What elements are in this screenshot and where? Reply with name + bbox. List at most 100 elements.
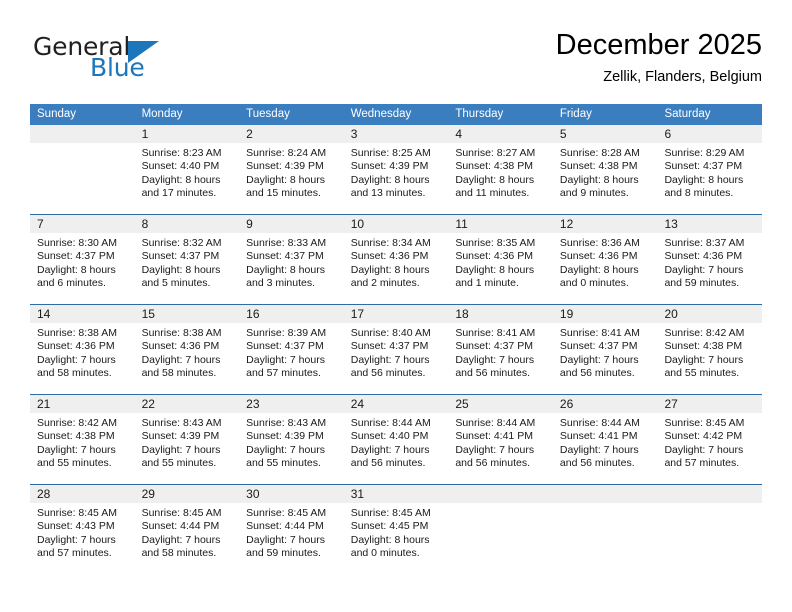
calendar-day-cell[interactable]: 28 Sunrise: 8:45 AM Sunset: 4:43 PM Dayligh… <box>30 485 135 574</box>
day-sun-info: Sunrise: 8:41 AM Sunset: 4:37 PM Daylight:… <box>553 323 658 381</box>
day-info-line: Sunrise: 8:28 AM <box>559 147 640 159</box>
calendar-day-cell[interactable]: 7 Sunrise: 8:30 AM Sunset: 4:37 PM Daylight… <box>30 215 135 304</box>
calendar-day-cell[interactable]: 21 Sunrise: 8:42 AM Sunset: 4:38 PM Dayligh… <box>30 395 135 484</box>
calendar-day-cell[interactable]: 22 Sunrise: 8:43 AM Sunset: 4:39 PM Dayligh… <box>135 395 240 484</box>
day-info-line: and 58 minutes. <box>141 367 217 380</box>
day-info-line: Sunset: 4:37 PM <box>246 250 324 263</box>
day-info-line: Daylight: 7 hours <box>141 353 221 366</box>
calendar-day-cell[interactable]: 19 Sunrise: 8:41 AM Sunset: 4:37 PM Dayligh… <box>553 305 658 394</box>
day-info-line: Daylight: 7 hours <box>455 353 535 366</box>
day-number: 1 <box>141 127 149 141</box>
weekday-header-friday: Friday <box>559 108 592 120</box>
calendar-day-cell[interactable]: 30 Sunrise: 8:45 AM Sunset: 4:44 PM Dayligh… <box>239 485 344 574</box>
calendar-day-cell-empty <box>448 485 553 574</box>
day-info-line: Sunset: 4:36 PM <box>664 250 743 263</box>
day-info-line: and 6 minutes. <box>37 277 106 290</box>
day-info-line: Sunrise: 8:43 AM <box>141 417 222 429</box>
day-info-line: Sunrise: 8:44 AM <box>455 417 536 429</box>
calendar-day-cell[interactable]: 1 Sunrise: 8:23 AM Sunset: 4:40 PM Daylight… <box>135 125 240 214</box>
calendar-day-cell[interactable]: 4 Sunrise: 8:27 AM Sunset: 4:38 PM Daylight… <box>448 125 553 214</box>
day-info-line: Sunset: 4:37 PM <box>141 250 220 263</box>
day-sun-info: Sunrise: 8:39 AM Sunset: 4:37 PM Daylight:… <box>239 323 344 381</box>
day-number: 31 <box>350 487 365 501</box>
calendar-day-cell[interactable]: 25 Sunrise: 8:44 AM Sunset: 4:41 PM Dayligh… <box>448 395 553 484</box>
calendar-day-cell[interactable]: 23 Sunrise: 8:43 AM Sunset: 4:39 PM Dayligh… <box>239 395 344 484</box>
calendar-day-cell[interactable]: 8 Sunrise: 8:32 AM Sunset: 4:37 PM Daylight… <box>135 215 240 304</box>
day-number: 10 <box>350 217 365 231</box>
day-info-line: Sunrise: 8:38 AM <box>37 327 117 339</box>
day-number: 5 <box>559 127 567 141</box>
day-info-line: Sunrise: 8:44 AM <box>350 417 431 429</box>
day-info-line: Sunset: 4:41 PM <box>455 430 533 443</box>
day-sun-info: Sunrise: 8:41 AM Sunset: 4:37 PM Daylight:… <box>448 323 553 381</box>
day-sun-info: Sunrise: 8:29 AM Sunset: 4:37 PM Daylight:… <box>657 143 762 201</box>
day-info-line: Daylight: 7 hours <box>141 443 221 456</box>
day-number: 24 <box>350 397 365 411</box>
day-info-line: Sunrise: 8:45 AM <box>664 417 745 429</box>
logo-text-blue: Blue <box>90 53 145 82</box>
day-sun-info: Sunrise: 8:38 AM Sunset: 4:36 PM Daylight:… <box>30 323 135 381</box>
day-info-line: Daylight: 7 hours <box>559 353 639 366</box>
day-info-line: Daylight: 7 hours <box>664 443 744 456</box>
day-info-line: and 9 minutes. <box>559 187 629 200</box>
day-number: 4 <box>455 127 462 141</box>
calendar-day-cell[interactable]: 9 Sunrise: 8:33 AM Sunset: 4:37 PM Daylight… <box>239 215 344 304</box>
calendar-day-cell-empty <box>553 485 658 574</box>
calendar-day-cell[interactable]: 16 Sunrise: 8:39 AM Sunset: 4:37 PM Dayligh… <box>239 305 344 394</box>
calendar-day-cell[interactable]: 2 Sunrise: 8:24 AM Sunset: 4:39 PM Daylight… <box>239 125 344 214</box>
day-sun-info: Sunrise: 8:42 AM Sunset: 4:38 PM Daylight:… <box>30 413 135 471</box>
calendar-day-cell[interactable]: 27 Sunrise: 8:45 AM Sunset: 4:42 PM Dayligh… <box>657 395 762 484</box>
day-number: 28 <box>37 487 51 501</box>
day-info-line: Sunset: 4:40 PM <box>141 160 220 173</box>
day-sun-info: Sunrise: 8:28 AM Sunset: 4:38 PM Daylight:… <box>553 143 658 201</box>
day-number: 29 <box>141 487 155 501</box>
calendar-day-cell[interactable]: 11 Sunrise: 8:35 AM Sunset: 4:36 PM Dayligh… <box>448 215 553 304</box>
calendar-day-cell[interactable]: 13 Sunrise: 8:37 AM Sunset: 4:36 PM Dayligh… <box>657 215 762 304</box>
calendar-day-cell[interactable]: 26 Sunrise: 8:44 AM Sunset: 4:41 PM Dayligh… <box>553 395 658 484</box>
day-info-line: Daylight: 7 hours <box>350 353 430 366</box>
day-info-line: Sunrise: 8:45 AM <box>350 507 431 519</box>
day-sun-info: Sunrise: 8:36 AM Sunset: 4:36 PM Daylight:… <box>553 233 658 291</box>
calendar-day-cell[interactable]: 5 Sunrise: 8:28 AM Sunset: 4:38 PM Daylight… <box>553 125 658 214</box>
day-number: 9 <box>246 217 253 231</box>
day-info-line: and 0 minutes. <box>559 277 629 290</box>
calendar-day-cell[interactable]: 20 Sunrise: 8:42 AM Sunset: 4:38 PM Dayligh… <box>657 305 762 394</box>
calendar-day-cell[interactable]: 12 Sunrise: 8:36 AM Sunset: 4:36 PM Dayligh… <box>553 215 658 304</box>
calendar-day-cell[interactable]: 3 Sunrise: 8:25 AM Sunset: 4:39 PM Daylight… <box>344 125 449 214</box>
day-sun-info: Sunrise: 8:23 AM Sunset: 4:40 PM Daylight:… <box>135 143 240 201</box>
calendar-day-cell[interactable]: 17 Sunrise: 8:40 AM Sunset: 4:37 PM Dayligh… <box>344 305 449 394</box>
calendar-day-cell[interactable]: 31 Sunrise: 8:45 AM Sunset: 4:45 PM Dayligh… <box>344 485 449 574</box>
day-sun-info: Sunrise: 8:45 AM Sunset: 4:42 PM Daylight:… <box>657 413 762 471</box>
day-info-line: Sunset: 4:36 PM <box>141 340 220 353</box>
day-info-line: Sunrise: 8:23 AM <box>141 147 222 159</box>
day-info-line: Sunset: 4:40 PM <box>350 430 429 443</box>
calendar-day-cell[interactable]: 18 Sunrise: 8:41 AM Sunset: 4:37 PM Dayligh… <box>448 305 553 394</box>
day-info-line: Daylight: 8 hours <box>246 263 325 276</box>
calendar-day-cell[interactable]: 14 Sunrise: 8:38 AM Sunset: 4:36 PM Dayligh… <box>30 305 135 394</box>
day-info-line: Sunrise: 8:41 AM <box>559 327 640 339</box>
day-sun-info: Sunrise: 8:45 AM Sunset: 4:44 PM Daylight:… <box>239 503 344 561</box>
day-info-line: Sunrise: 8:45 AM <box>37 507 117 519</box>
calendar-grid: Sunday Monday Tuesday Wednesday Thursday Frid… <box>30 104 762 574</box>
weekday-header-wednesday: Wednesday <box>350 108 412 120</box>
day-info-line: Sunset: 4:36 PM <box>559 250 638 263</box>
day-info-line: and 56 minutes. <box>559 457 635 470</box>
page-title: December 2025 <box>555 29 762 61</box>
day-info-line: and 55 minutes. <box>246 457 321 470</box>
calendar-day-cell[interactable]: 29 Sunrise: 8:45 AM Sunset: 4:44 PM Dayligh… <box>135 485 240 574</box>
day-info-line: Sunset: 4:36 PM <box>455 250 533 263</box>
day-info-line: Sunset: 4:38 PM <box>37 430 115 443</box>
day-sun-info: Sunrise: 8:44 AM Sunset: 4:40 PM Daylight:… <box>344 413 449 471</box>
day-info-line: and 3 minutes. <box>246 277 316 290</box>
day-number <box>553 485 658 503</box>
day-info-line: Sunset: 4:37 PM <box>664 160 743 173</box>
calendar-day-cell[interactable]: 15 Sunrise: 8:38 AM Sunset: 4:36 PM Dayligh… <box>135 305 240 394</box>
day-sun-info: Sunrise: 8:44 AM Sunset: 4:41 PM Daylight:… <box>448 413 553 471</box>
page-subtitle-location: Zellik, Flanders, Belgium <box>603 69 762 85</box>
calendar-day-cell[interactable]: 10 Sunrise: 8:34 AM Sunset: 4:36 PM Dayligh… <box>344 215 449 304</box>
day-info-line: Sunrise: 8:43 AM <box>246 417 327 429</box>
day-number: 20 <box>664 307 678 321</box>
calendar-day-cell[interactable]: 6 Sunrise: 8:29 AM Sunset: 4:37 PM Daylight… <box>657 125 762 214</box>
day-info-line: Sunrise: 8:24 AM <box>246 147 327 159</box>
calendar-day-cell[interactable]: 24 Sunrise: 8:44 AM Sunset: 4:40 PM Dayligh… <box>344 395 449 484</box>
